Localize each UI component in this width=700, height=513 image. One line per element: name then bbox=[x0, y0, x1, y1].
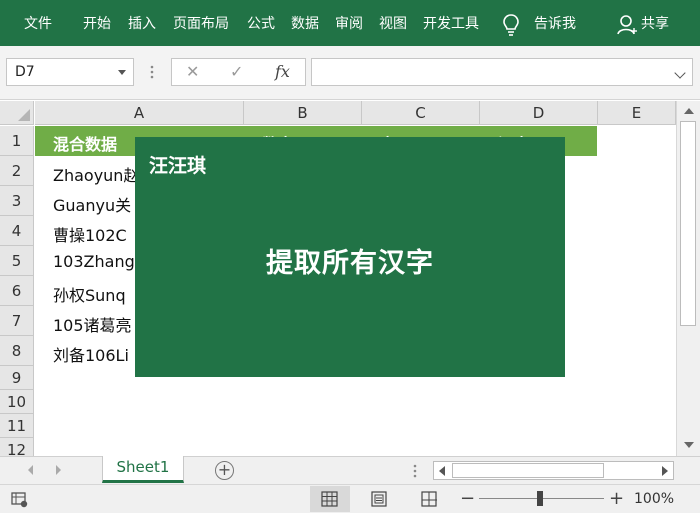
row-header[interactable]: 5 bbox=[0, 246, 34, 276]
tab-split-handle-icon[interactable] bbox=[413, 463, 417, 479]
chevron-down-icon[interactable] bbox=[118, 70, 126, 75]
cell-a8[interactable]: 刘备106Li bbox=[53, 342, 129, 366]
normal-view-button[interactable] bbox=[310, 486, 350, 512]
expand-formula-icon[interactable] bbox=[674, 67, 686, 79]
row-header[interactable]: 8 bbox=[0, 336, 34, 366]
zoom-in-button[interactable]: + bbox=[609, 488, 624, 509]
vertical-scroll-thumb[interactable] bbox=[680, 121, 696, 326]
page-layout-view-button[interactable] bbox=[359, 486, 399, 512]
cell-a5[interactable]: 103Zhang bbox=[53, 252, 135, 271]
page-break-view-button[interactable] bbox=[409, 486, 449, 512]
enter-icon[interactable]: ✓ bbox=[230, 62, 243, 81]
cancel-icon[interactable]: ✕ bbox=[186, 62, 199, 81]
zoom-out-button[interactable]: − bbox=[460, 488, 475, 509]
cell-a3[interactable]: Guanyu关 bbox=[53, 192, 131, 216]
tab-page-layout[interactable]: 页面布局 bbox=[173, 15, 229, 33]
tab-developer[interactable]: 开发工具 bbox=[423, 15, 479, 33]
scroll-down-icon[interactable] bbox=[684, 442, 694, 448]
tab-review[interactable]: 审阅 bbox=[335, 15, 363, 33]
formula-bar: D7 ✕ ✓ fx bbox=[0, 46, 700, 100]
tab-data[interactable]: 数据 bbox=[291, 15, 319, 33]
ribbon: 文件 开始 插入 页面布局 公式 数据 审阅 视图 开发工具 告诉我 共享 bbox=[0, 0, 700, 46]
scroll-left-icon[interactable] bbox=[439, 466, 445, 476]
column-header-a[interactable]: A bbox=[35, 101, 244, 125]
cell-a7[interactable]: 105诸葛亮 bbox=[53, 312, 132, 336]
cell-a4[interactable]: 曹操102C bbox=[53, 222, 127, 246]
name-box-value: D7 bbox=[15, 64, 35, 80]
scroll-right-icon[interactable] bbox=[662, 466, 668, 476]
drag-handle-icon[interactable] bbox=[150, 64, 154, 80]
lightbulb-icon[interactable] bbox=[500, 13, 522, 37]
scroll-up-icon[interactable] bbox=[684, 108, 694, 114]
zoom-slider-thumb[interactable] bbox=[537, 491, 543, 506]
formula-input[interactable] bbox=[311, 58, 693, 86]
horizontal-scroll-thumb[interactable] bbox=[452, 463, 604, 478]
row-header[interactable]: 12 bbox=[0, 438, 34, 456]
vertical-scrollbar[interactable] bbox=[676, 101, 700, 456]
column-header-b[interactable]: B bbox=[244, 101, 362, 125]
cell-a2[interactable]: Zhaoyun赵 bbox=[53, 162, 139, 186]
tab-home[interactable]: 开始 bbox=[83, 15, 111, 33]
row-header[interactable]: 7 bbox=[0, 306, 34, 336]
share-button[interactable]: 共享 bbox=[641, 15, 669, 33]
page-layout-icon bbox=[371, 491, 387, 507]
triangle-icon bbox=[18, 109, 30, 121]
title-card-overlay: 汪汪琪 提取所有汉字 bbox=[135, 137, 565, 377]
column-header-c[interactable]: C bbox=[362, 101, 480, 125]
overlay-title: 提取所有汉字 bbox=[266, 248, 434, 279]
macro-record-icon[interactable] bbox=[10, 490, 28, 508]
tell-me-box[interactable]: 告诉我 bbox=[534, 15, 576, 33]
author-name: 汪汪琪 bbox=[149, 155, 207, 177]
formula-buttons: ✕ ✓ fx bbox=[171, 58, 306, 86]
tab-file[interactable]: 文件 bbox=[24, 15, 52, 33]
row-header[interactable]: 1 bbox=[0, 126, 34, 156]
grid-view-icon bbox=[321, 491, 338, 507]
add-sheet-button[interactable]: + bbox=[215, 461, 234, 480]
zoom-level[interactable]: 100% bbox=[634, 491, 674, 507]
row-header[interactable]: 10 bbox=[0, 390, 34, 414]
tab-insert[interactable]: 插入 bbox=[128, 15, 156, 33]
select-all-corner[interactable] bbox=[0, 101, 34, 125]
row-header[interactable]: 4 bbox=[0, 216, 34, 246]
row-header[interactable]: 9 bbox=[0, 366, 34, 390]
cell-a6[interactable]: 孙权Sunq bbox=[53, 282, 126, 306]
user-icon[interactable] bbox=[617, 14, 637, 36]
sheet-prev-icon[interactable] bbox=[28, 465, 33, 475]
status-bar: − + 100% bbox=[0, 484, 700, 513]
header-cell-mixed-data[interactable]: 混合数据 bbox=[53, 131, 117, 155]
column-header-d[interactable]: D bbox=[480, 101, 598, 125]
name-box[interactable]: D7 bbox=[6, 58, 134, 86]
row-header[interactable]: 3 bbox=[0, 186, 34, 216]
column-header-e[interactable]: E bbox=[598, 101, 676, 125]
insert-function-button[interactable]: fx bbox=[275, 62, 290, 81]
row-header[interactable]: 2 bbox=[0, 156, 34, 186]
sheet-next-icon[interactable] bbox=[56, 465, 61, 475]
sheet-tab-bar: Sheet1 + bbox=[0, 456, 700, 484]
horizontal-scrollbar[interactable] bbox=[433, 461, 674, 480]
page-break-icon bbox=[421, 491, 437, 507]
tab-formulas[interactable]: 公式 bbox=[247, 15, 275, 33]
row-header[interactable]: 11 bbox=[0, 414, 34, 438]
sheet-tab-sheet1[interactable]: Sheet1 bbox=[102, 456, 184, 483]
row-header[interactable]: 6 bbox=[0, 276, 34, 306]
tab-view[interactable]: 视图 bbox=[379, 15, 407, 33]
